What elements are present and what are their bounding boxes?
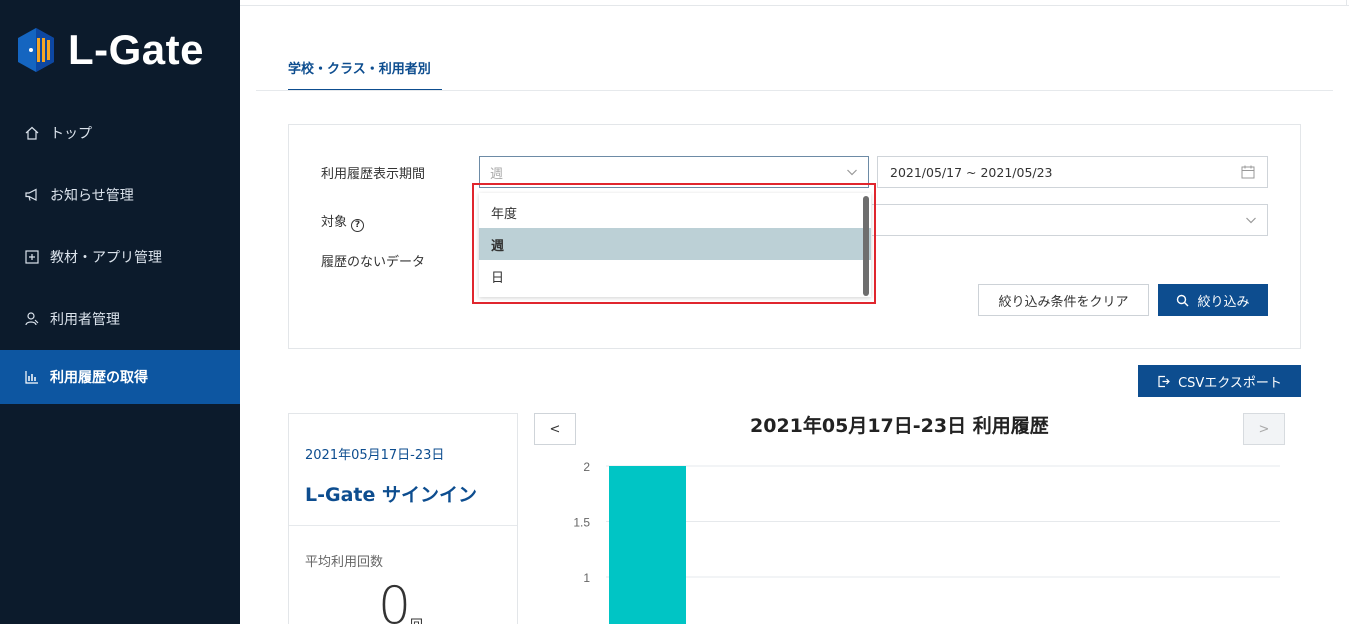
tab-label: 学校・クラス・利用者別 [288, 62, 431, 77]
clear-filter-button[interactable]: 絞り込み条件をクリア [978, 284, 1149, 316]
stats-date: 2021年05月17日-23日 [305, 448, 445, 463]
dropdown-option-year[interactable]: 年度 [479, 196, 871, 228]
avg-usage-value: 0 [378, 576, 412, 624]
y-tick-label: 2 [583, 460, 590, 474]
dropdown-option-day[interactable]: 日 [479, 260, 871, 292]
sidebar-item-label: 利用者管理 [50, 312, 120, 328]
chevron-down-icon [847, 169, 857, 176]
calendar-icon [1241, 165, 1255, 179]
sidebar-item-top[interactable]: トップ [0, 102, 240, 164]
period-select-value: 週 [490, 166, 504, 182]
export-icon [1158, 375, 1170, 387]
user-icon [24, 311, 40, 327]
stats-divider [289, 525, 517, 526]
sidebar: L-Gate トップ お知らせ管理 教材・アプリ管理 利用者管理 利用履歴の取得 [0, 0, 240, 624]
help-icon[interactable]: ? [351, 218, 365, 232]
sidebar-item-label: 教材・アプリ管理 [50, 250, 162, 266]
brand-name: L-Gate [68, 26, 205, 73]
date-range-value: 2021/05/17 ~ 2021/05/23 [890, 164, 1053, 180]
filter-button-label: 絞り込み [1197, 294, 1250, 310]
sidebar-item-label: 利用履歴の取得 [50, 370, 148, 386]
chart-title: 2021年05月17日-23日 利用履歴 [750, 415, 1049, 437]
y-tick-label: 1.5 [573, 516, 590, 530]
chart-prev-button[interactable]: < [534, 413, 576, 445]
tab-divider [256, 90, 1333, 91]
target-label: 対象? [321, 211, 365, 232]
filter-button[interactable]: 絞り込み [1158, 284, 1268, 316]
sidebar-item-news[interactable]: お知らせ管理 [0, 164, 240, 226]
no-history-label: 履歴のないデータ [321, 255, 426, 270]
period-dropdown-menu: 年度 週 日 [479, 193, 871, 297]
plus-box-icon [24, 249, 40, 265]
megaphone-icon [24, 187, 40, 203]
bar-chart-icon [24, 369, 40, 385]
chevron-down-icon [1246, 217, 1256, 224]
sidebar-item-label: トップ [50, 126, 92, 142]
sidebar-item-materials[interactable]: 教材・アプリ管理 [0, 226, 240, 288]
csv-export-button[interactable]: CSVエクスポート [1138, 365, 1301, 397]
target-label-text: 対象 [321, 215, 348, 230]
home-icon [24, 125, 40, 141]
chart-bar [609, 466, 686, 624]
stats-title: L-Gate サインイン [305, 484, 477, 506]
dropdown-scrollbar[interactable] [863, 196, 869, 296]
sidebar-item-label: お知らせ管理 [50, 188, 134, 204]
sidebar-nav: トップ お知らせ管理 教材・アプリ管理 利用者管理 利用履歴の取得 [0, 102, 240, 404]
csv-export-label: CSVエクスポート [1178, 375, 1282, 391]
brand-logo[interactable]: L-Gate [16, 26, 204, 74]
top-bar-edge [1346, 0, 1347, 6]
usage-chart: 21.51 [573, 460, 1280, 624]
sidebar-item-usage-history[interactable]: 利用履歴の取得 [0, 350, 240, 404]
top-bar [240, 0, 1349, 6]
dropdown-option-week[interactable]: 週 [479, 228, 871, 260]
y-tick-label: 1 [583, 571, 590, 585]
search-icon [1177, 294, 1189, 306]
period-label: 利用履歴表示期間 [321, 167, 426, 182]
avg-usage-label: 平均利用回数 [305, 555, 384, 570]
target-select[interactable] [872, 204, 1268, 236]
sidebar-item-users[interactable]: 利用者管理 [0, 288, 240, 350]
chart-next-button[interactable]: > [1243, 413, 1285, 445]
date-range-input[interactable]: 2021/05/17 ~ 2021/05/23 [877, 156, 1268, 188]
avg-usage-unit: 回 [410, 614, 423, 624]
logo-mark-icon [18, 28, 54, 72]
tab-school-class-user[interactable]: 学校・クラス・利用者別 [288, 58, 442, 91]
